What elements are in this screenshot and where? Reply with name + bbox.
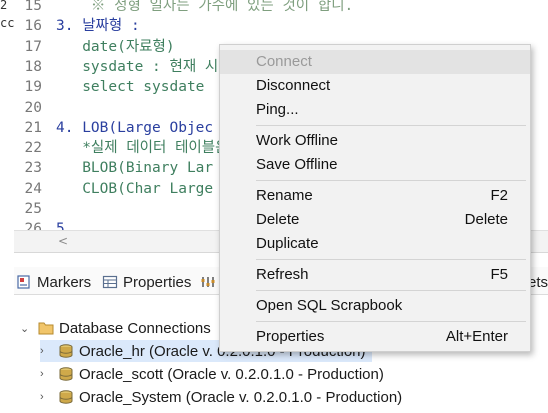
tree-node-oracle-system[interactable]: › Oracle_System (Oracle v. 0.2.0.1.0 - P… <box>40 386 402 408</box>
line-number: 18 <box>24 58 42 75</box>
chevron-right-icon[interactable]: › <box>40 391 52 403</box>
menu-item-work-offline[interactable]: Work Offline <box>220 129 530 153</box>
code-line[interactable]: 15 ※ 정형 일자는 가수에 있는 것이 합니. <box>14 0 354 16</box>
code-text: CLOB(Char Large <box>56 180 214 197</box>
menu-separator <box>256 321 526 322</box>
menu-item-label: Rename <box>256 187 313 204</box>
menu-item-label: Duplicate <box>256 235 319 252</box>
line-number: 26 <box>24 221 42 230</box>
menu-item-label: Disconnect <box>256 77 331 94</box>
menu-item-properties[interactable]: Properties Alt+Enter <box>220 325 530 349</box>
tree-node-oracle-scott[interactable]: › Oracle_scott (Oracle v. 0.2.0.1.0 - Pr… <box>40 363 384 385</box>
code-line[interactable]: 20 <box>14 98 56 118</box>
database-icon <box>59 390 73 404</box>
code-line[interactable]: 25 <box>14 199 56 219</box>
tab-servers[interactable] <box>200 271 221 293</box>
code-line[interactable]: 18 sysdate : 현재 시 <box>14 57 219 77</box>
line-number: 24 <box>24 180 42 197</box>
code-line[interactable]: 16 3. 날짜형 : <box>14 16 140 36</box>
menu-item-label: Connect <box>256 53 312 70</box>
menu-item-refresh[interactable]: Refresh F5 <box>220 263 530 287</box>
line-number: 23 <box>24 160 42 177</box>
line-number: 16 <box>24 18 42 35</box>
left-gutter: 2 cc <box>0 0 14 260</box>
folder-icon <box>38 322 54 335</box>
code-text: ※ 정형 일자는 가수에 있는 것이 합니. <box>56 0 354 14</box>
code-line[interactable]: 22 *실제 데이터 테이블은 <box>14 138 229 158</box>
context-menu: Connect Disconnect Ping... Work Offline Save… <box>219 44 531 352</box>
menu-item-duplicate[interactable]: Duplicate <box>220 232 530 256</box>
menu-separator <box>256 290 526 291</box>
properties-icon <box>102 275 118 289</box>
edge-fragment: cc <box>0 16 15 30</box>
tab-properties[interactable]: Properties <box>102 271 191 293</box>
menu-item-label: Work Offline <box>256 132 338 149</box>
menu-item-label: Save Offline <box>256 156 338 173</box>
code-text: 3. 날짜형 : <box>56 18 140 35</box>
tree-node-label: Database Connections <box>59 319 211 337</box>
menu-item-rename[interactable]: Rename F2 <box>220 184 530 208</box>
code-text: select sysdate <box>56 79 205 96</box>
menu-item-label: Open SQL Scrapbook <box>256 297 403 314</box>
menu-item-shortcut: Alt+Enter <box>445 328 508 345</box>
menu-item-save-offline[interactable]: Save Offline <box>220 153 530 177</box>
code-line[interactable]: 19 select sysdate <box>14 77 205 97</box>
code-text: *실제 데이터 테이블은 <box>56 140 229 157</box>
menu-item-label: Refresh <box>256 266 309 283</box>
chevron-down-icon[interactable]: ⌄ <box>20 322 32 335</box>
menu-item-delete[interactable]: Delete Delete <box>220 208 530 232</box>
code-line[interactable]: 26 5. <box>14 219 196 230</box>
line-number: 22 <box>24 140 42 157</box>
menu-separator <box>256 259 526 260</box>
database-icon <box>59 367 73 381</box>
markers-icon <box>17 275 30 289</box>
line-number: 25 <box>24 201 42 217</box>
line-number: 21 <box>24 119 42 136</box>
database-icon <box>59 344 73 358</box>
menu-item-ping[interactable]: Ping... <box>220 98 530 122</box>
menu-item-disconnect[interactable]: Disconnect <box>220 74 530 98</box>
menu-item-open-sql-scrapbook[interactable]: Open SQL Scrapbook <box>220 294 530 318</box>
menu-item-label: Delete <box>256 211 300 228</box>
tree-node-database-connections[interactable]: ⌄ Database Connections <box>20 317 211 339</box>
code-line[interactable]: 21 4. LOB(Large Objec <box>14 118 214 138</box>
code-text: BLOB(Binary Lar <box>56 160 214 177</box>
chevron-right-icon[interactable]: › <box>40 345 52 357</box>
menu-item-label: Properties <box>256 328 325 345</box>
servers-icon <box>201 277 215 287</box>
tab-snippets[interactable]: ets <box>528 271 548 293</box>
code-text: sysdate : 현재 시 <box>56 58 219 75</box>
edge-fragment: 2 <box>0 0 8 12</box>
menu-item-connect[interactable]: Connect <box>220 50 530 74</box>
line-number: 17 <box>24 38 42 55</box>
code-line[interactable]: 23 BLOB(Binary Lar <box>14 158 214 178</box>
line-number: 19 <box>24 79 42 96</box>
tree-node-label: Oracle_System (Oracle v. 0.2.0.1.0 - Pro… <box>79 388 403 406</box>
code-line[interactable]: 24 CLOB(Char Large <box>14 179 214 199</box>
menu-item-label: Ping... <box>256 101 299 118</box>
chevron-right-icon[interactable]: › <box>40 368 52 380</box>
tab-label: Markers <box>37 273 92 291</box>
code-text: 5. <box>56 221 196 230</box>
line-number: 20 <box>24 99 42 116</box>
tab-label: Properties <box>123 273 192 291</box>
menu-separator <box>256 180 526 181</box>
line-number: 15 <box>24 0 42 14</box>
code-text: 4. LOB(Large Objec <box>56 119 214 136</box>
menu-item-shortcut: F5 <box>490 266 508 283</box>
menu-separator <box>256 125 526 126</box>
code-text: date(자료형) <box>56 38 175 55</box>
code-line[interactable]: 17 date(자료형) <box>14 37 175 57</box>
tab-label: ets <box>528 273 548 291</box>
tree-node-label: Oracle_scott (Oracle v. 0.2.0.1.0 - Prod… <box>79 365 384 383</box>
tab-markers[interactable]: Markers <box>16 271 91 293</box>
menu-item-shortcut: Delete <box>464 211 508 228</box>
menu-item-shortcut: F2 <box>490 187 508 204</box>
scroll-left-arrow-icon[interactable]: < <box>58 234 68 248</box>
